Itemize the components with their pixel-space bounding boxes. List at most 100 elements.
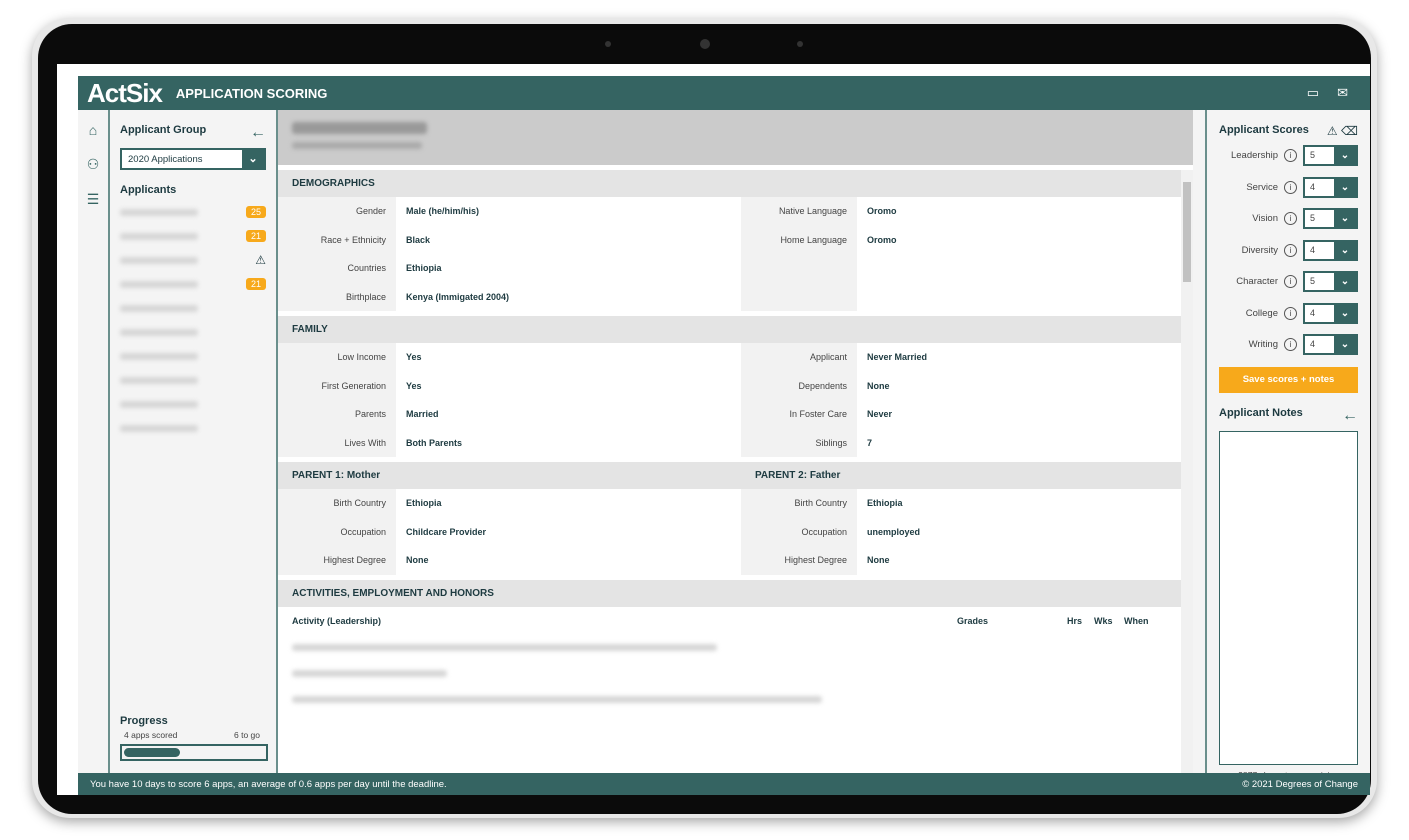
applicant-item[interactable] — [120, 344, 266, 368]
footer: You have 10 days to score 6 apps, an ave… — [78, 773, 1370, 795]
score-row: Leadership i 5 ⌄ — [1219, 140, 1358, 172]
users-icon[interactable]: ⚇ — [87, 156, 100, 173]
chevron-down-icon: ⌄ — [1334, 273, 1356, 291]
chevron-down-icon: ⌄ — [1334, 178, 1356, 196]
score-row: Service i 4 ⌄ — [1219, 172, 1358, 204]
field-value: None — [867, 380, 890, 391]
section-activities: ACTIVITIES, EMPLOYMENT AND HONORS — [278, 579, 1193, 607]
applicant-item[interactable] — [120, 320, 266, 344]
applicant-item[interactable] — [120, 368, 266, 392]
score-select[interactable]: 4 ⌄ — [1303, 302, 1358, 324]
field-label: Parents — [278, 400, 396, 429]
applicant-panel: Applicant Group ← 2020 Applications ⌄ Appl… — [110, 110, 278, 773]
scroll-thumb[interactable] — [1183, 182, 1191, 282]
applicant-item[interactable] — [120, 416, 266, 440]
collapse-arrow-icon[interactable]: ← — [1342, 407, 1358, 425]
field-label: Gender — [278, 197, 396, 226]
score-select[interactable]: 4 ⌄ — [1303, 239, 1358, 261]
score-select[interactable]: 5 ⌄ — [1303, 145, 1358, 167]
info-icon[interactable]: i — [1284, 149, 1297, 163]
field-label: In Foster Care — [741, 400, 857, 429]
progress: Progress 4 apps scored 6 to go — [120, 715, 268, 761]
score-badge: 21 — [245, 230, 266, 242]
warning-icon[interactable]: ⚠ — [1327, 124, 1338, 138]
apps-scored: 4 apps scored — [124, 730, 178, 740]
applicant-name — [120, 400, 198, 408]
field-label: First Generation — [278, 371, 396, 400]
sensor — [605, 41, 611, 47]
score-label: Character — [1236, 276, 1278, 288]
info-icon[interactable]: i — [1284, 243, 1297, 257]
notes-label: Applicant Notes — [1219, 406, 1303, 419]
scrollbar[interactable] — [1181, 170, 1193, 773]
applicant-group-label: Applicant Group — [120, 124, 207, 136]
field-value: Kenya (Immigated 2004) — [406, 291, 510, 302]
field-value: Never Married — [867, 352, 928, 362]
app: ActSix APPLICATION SCORING ▭ ✉ ⌂ ⚇ ☰ Appl… — [78, 76, 1370, 795]
score-row: Character i 5 ⌄ — [1219, 266, 1358, 298]
activity-row — [278, 687, 1193, 713]
field-value: Married — [406, 409, 439, 419]
notes-textarea[interactable] — [1219, 430, 1358, 765]
applicant-item[interactable]: ⚠ — [120, 248, 266, 272]
icon-rail: ⌂ ⚇ ☰ — [78, 110, 110, 773]
score-value: 5 — [1310, 213, 1316, 224]
applicant-name — [120, 232, 198, 240]
score-select[interactable]: 4 ⌄ — [1303, 334, 1358, 356]
section-demographics: DEMOGRAPHICS — [278, 170, 1193, 197]
screen: ActSix APPLICATION SCORING ▭ ✉ ⌂ ⚇ ☰ Appl… — [57, 64, 1370, 795]
score-value: 4 — [1310, 244, 1316, 255]
score-value: 5 — [1310, 150, 1316, 161]
score-value: 4 — [1310, 181, 1316, 192]
field-value: Oromo — [867, 234, 897, 245]
field-label — [741, 254, 857, 283]
info-icon[interactable]: i — [1284, 338, 1297, 352]
cast-icon[interactable]: ▭ — [1307, 85, 1319, 101]
eraser-icon[interactable]: ⌫ — [1341, 124, 1358, 138]
score-select[interactable]: 4 ⌄ — [1303, 176, 1358, 198]
applicant-item[interactable] — [120, 296, 266, 320]
field-label: Occupation — [278, 517, 396, 546]
score-select[interactable]: 5 ⌄ — [1303, 271, 1358, 293]
field-label: Native Language — [741, 197, 857, 226]
field-label: Highest Degree — [741, 546, 857, 575]
column-header: Grades — [957, 615, 989, 626]
home-icon[interactable]: ⌂ — [89, 122, 97, 138]
field-label: Race + Ethnicity — [278, 225, 396, 254]
save-scores-button[interactable]: Save scores + notes — [1219, 366, 1358, 393]
applicant-item[interactable] — [120, 392, 266, 416]
applicant-name — [120, 376, 198, 384]
score-label: College — [1245, 307, 1278, 319]
info-icon[interactable]: i — [1284, 212, 1297, 226]
field-value — [857, 254, 1193, 283]
list-icon[interactable]: ☰ — [87, 191, 100, 208]
field-value: Childcare Provider — [406, 526, 487, 537]
mail-icon[interactable]: ✉ — [1337, 85, 1348, 101]
activities-header: Activity (Leadership) Grades Hrs Wks When — [278, 607, 1193, 635]
score-label: Diversity — [1241, 244, 1278, 256]
chevron-down-icon: ⌄ — [1334, 210, 1356, 228]
column-header: Hrs — [1067, 615, 1083, 626]
score-select[interactable]: 5 ⌄ — [1303, 208, 1358, 230]
applicant-item[interactable]: 25 — [120, 200, 266, 224]
score-row: Vision i 5 ⌄ — [1219, 203, 1358, 235]
score-label: Leadership — [1230, 150, 1278, 162]
chevron-down-icon: ⌄ — [1334, 241, 1356, 259]
collapse-arrow-icon[interactable]: ← — [250, 124, 266, 142]
info-icon[interactable]: i — [1284, 180, 1297, 194]
applicant-item[interactable]: 21 — [120, 224, 266, 248]
progress-bar — [120, 744, 268, 761]
parents-grid: Birth Country Ethiopia Birth Country Ethiop… — [278, 489, 1193, 575]
info-icon[interactable]: i — [1284, 306, 1297, 320]
field-value: Oromo — [867, 206, 897, 216]
field-value: None — [867, 555, 890, 565]
warning-icon: ⚠ — [255, 253, 266, 267]
progress-fill — [124, 748, 180, 757]
field-label: Dependents — [741, 371, 857, 400]
applicant-item[interactable]: 21 — [120, 272, 266, 296]
applicant-group-select[interactable]: 2020 Applications ⌄ — [120, 148, 266, 170]
applicant-name — [120, 256, 198, 264]
field-label: Occupation — [741, 517, 857, 546]
score-row: Writing i 4 ⌄ — [1219, 329, 1358, 361]
info-icon[interactable]: i — [1284, 275, 1297, 289]
